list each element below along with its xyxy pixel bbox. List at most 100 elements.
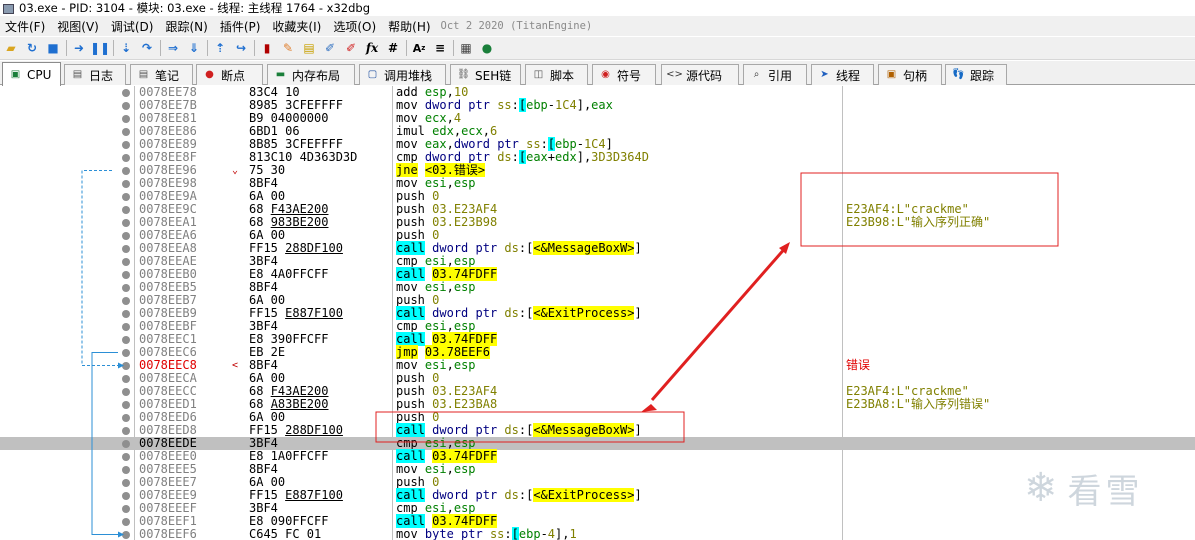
script-icon: ◫ [533,69,544,80]
patch-icon[interactable]: ✎ [280,40,296,56]
scylla-icon[interactable]: ▮ [259,40,275,56]
seh-icon: ⛓ [457,69,470,80]
breakpoint-dot-icon[interactable] [122,271,130,279]
breakpoint-dot-icon[interactable] [122,284,130,292]
menu-favourites[interactable]: 收藏夹(I) [266,18,327,35]
breakpoint-dot-icon[interactable] [122,375,130,383]
menu-options[interactable]: 选项(O) [327,18,382,35]
breakpoint-dot-icon[interactable] [122,206,130,214]
breakpoint-dot-icon[interactable] [122,531,130,539]
instruction-comment: E23BA8:L"输入序列错误" [846,397,991,411]
tab-handles[interactable]: ▣ 句柄 [878,64,942,85]
title-bar: 03.exe - PID: 3104 - 模块: 03.exe - 线程: 主线… [0,0,1195,15]
breakpoint-dot-icon[interactable] [122,479,130,487]
calculator-icon[interactable]: ▦ [458,40,474,56]
instruction-comment: E23B98:L"输入序列正确" [846,215,991,229]
toolbar: ▰ ↻ ■ ➜ ❚❚ ⇣ ↷ ⇒ ⇓ ⇡ ↪ ▮ ✎ ▤ ✐ ✐ fx # Az… [0,37,1195,60]
strings-icon[interactable]: ≡ [432,40,448,56]
breakpoint-dot-icon[interactable] [122,193,130,201]
trace-over-icon[interactable]: ⇓ [186,40,202,56]
tab-breakpoints[interactable]: ● 断点 [196,64,263,85]
breakpoint-dot-icon[interactable] [122,492,130,500]
menu-file[interactable]: 文件(F) [0,18,51,35]
tab-notes[interactable]: ▤ 笔记 [130,64,193,85]
breakpoint-dot-icon[interactable] [122,89,130,97]
breakpoint-dot-icon[interactable] [122,323,130,331]
run-to-user-code-icon[interactable]: ↪ [233,40,249,56]
instruction-comment: 错误 [846,358,871,372]
breakpoint-dot-icon[interactable] [122,310,130,318]
menu-debug[interactable]: 调试(D) [105,18,160,35]
tab-symbols[interactable]: ◉ 符号 [592,64,656,85]
tab-seh-chain[interactable]: ⛓ SEH链 [450,64,521,85]
breakpoint-dot-icon[interactable] [122,128,130,136]
breakpoint-dot-icon[interactable] [122,388,130,396]
breakpoint-dot-icon[interactable] [122,453,130,461]
breakpoint-dot-icon[interactable] [122,167,130,175]
breakpoint-dot-icon[interactable] [122,102,130,110]
tab-log[interactable]: ▤ 日志 [64,64,126,85]
menu-trace[interactable]: 跟踪(N) [159,18,213,35]
font-icon[interactable]: Az [411,40,427,56]
instruction-bytes: C645 FC 01 [249,527,322,540]
breakpoint-dot-icon[interactable] [122,232,130,240]
breakpoint-dot-icon[interactable] [122,180,130,188]
tab-threads[interactable]: ➤ 线程 [811,64,874,85]
comment-icon[interactable]: ▤ [301,40,317,56]
breakpoint-dot-icon[interactable] [122,518,130,526]
instruction-disassembly: mov byte ptr ss:[ebp-4],1 [396,527,577,540]
breakpoint-dot-icon[interactable] [122,154,130,162]
step-over-icon[interactable]: ↷ [139,40,155,56]
globe-icon[interactable]: ● [479,40,495,56]
breakpoint-dot-icon[interactable] [122,427,130,435]
disassembly-view[interactable]: 0078EE78 83C4 10 add esp,10 0078EE7B 8985 3C… [0,86,1195,540]
memory-map-icon: ▬ [275,69,286,80]
breakpoint-dot-icon[interactable] [122,245,130,253]
tab-trace[interactable]: 👣 跟踪 [945,64,1007,85]
bookmark-icon[interactable]: ✐ [343,40,359,56]
breakpoint-dot-icon[interactable] [122,362,130,370]
step-into-icon[interactable]: ⇣ [118,40,134,56]
call-stack-icon: ▢ [367,69,378,80]
restart-icon[interactable]: ↻ [24,40,40,56]
trace-into-icon[interactable]: ⇒ [165,40,181,56]
tab-bar: ▣ CPU ▤ 日志 ▤ 笔记 ● 断点 ▬ 内存布局 ▢ 调用堆栈 ⛓ SEH链 ◫ 脚本 ◉… [0,61,1195,86]
label-icon[interactable]: ✐ [322,40,338,56]
menu-plugins[interactable]: 插件(P) [214,18,267,35]
window-title: 03.exe - PID: 3104 - 模块: 03.exe - 线程: 主线… [19,0,371,15]
run-icon[interactable]: ➜ [71,40,87,56]
pause-icon[interactable]: ❚❚ [90,40,110,56]
open-icon[interactable]: ▰ [3,40,19,56]
hash-icon[interactable]: # [385,40,401,56]
menu-view[interactable]: 视图(V) [51,18,105,35]
tab-memory-map[interactable]: ▬ 内存布局 [267,64,355,85]
menu-help[interactable]: 帮助(H) [382,18,436,35]
breakpoint-dot-icon[interactable] [122,401,130,409]
tab-call-stack[interactable]: ▢ 调用堆栈 [359,64,446,85]
threads-icon: ➤ [820,69,829,80]
breakpoint-dot-icon[interactable] [122,219,130,227]
breakpoint-dot-icon[interactable] [122,414,130,422]
jump-target-icon: < [232,360,239,371]
breakpoint-dot-icon[interactable] [122,466,130,474]
execute-till-return-icon[interactable]: ⇡ [212,40,228,56]
function-icon[interactable]: fx [364,40,380,56]
tab-references[interactable]: ⌕ 引用 [743,64,807,85]
breakpoint-dot-icon[interactable] [122,440,130,448]
breakpoint-dot-icon[interactable] [122,349,130,357]
disasm-row[interactable]: 0078EEF6 C645 FC 01 mov byte ptr ss:[ebp-4… [0,527,1195,540]
trace-icon: 👣 [952,69,965,80]
app-icon [2,2,15,14]
tab-script[interactable]: ◫ 脚本 [525,64,588,85]
breakpoint-dot-icon[interactable] [122,336,130,344]
tab-cpu[interactable]: ▣ CPU [2,62,61,86]
breakpoint-dot-icon[interactable] [122,505,130,513]
close-icon[interactable]: ■ [45,40,61,56]
references-icon: ⌕ [753,69,760,80]
tab-source[interactable]: <> 源代码 [661,64,739,85]
breakpoint-dot-icon[interactable] [122,141,130,149]
snowflake-icon: ❄ [1024,465,1062,511]
breakpoint-dot-icon[interactable] [122,115,130,123]
breakpoint-dot-icon[interactable] [122,297,130,305]
breakpoint-dot-icon[interactable] [122,258,130,266]
